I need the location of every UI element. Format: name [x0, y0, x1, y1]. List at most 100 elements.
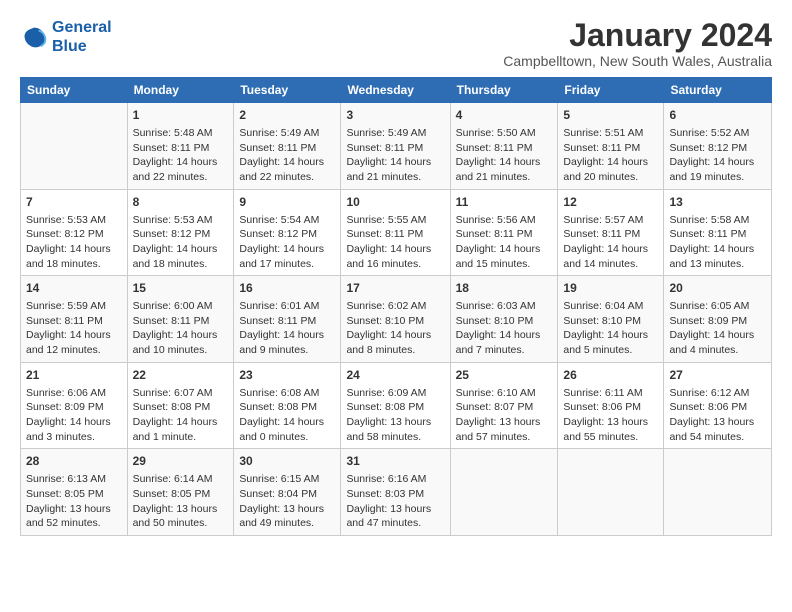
week-row-2: 14 Sunrise: 5:59 AM Sunset: 8:11 PM Dayli…: [21, 276, 772, 363]
day-number: 19: [563, 280, 658, 297]
day-cell: 31Sunrise: 6:16 AM Sunset: 8:03 PM Dayli…: [341, 449, 450, 536]
day-cell: 28Sunrise: 6:13 AM Sunset: 8:05 PM Dayli…: [21, 449, 128, 536]
day-cell: 20 Sunrise: 6:05 AM Sunset: 8:09 PM Dayli…: [664, 276, 772, 363]
day-cell: 22 Sunrise: 6:07 AM Sunset: 8:08 PM Dayli…: [127, 362, 234, 449]
page: General Blue January 2024 Campbelltown, …: [0, 0, 792, 546]
day-info: Sunrise: 5:49 AM Sunset: 8:11 PM Dayligh…: [346, 126, 444, 185]
day-number: 26: [563, 367, 658, 384]
day-cell: 3 Sunrise: 5:49 AM Sunset: 8:11 PM Daylig…: [341, 103, 450, 190]
day-info: Sunrise: 6:15 AM Sunset: 8:04 PM Dayligh…: [239, 472, 335, 531]
day-cell: 14 Sunrise: 5:59 AM Sunset: 8:11 PM Dayli…: [21, 276, 128, 363]
day-info: Sunrise: 6:16 AM Sunset: 8:03 PM Dayligh…: [346, 472, 444, 531]
day-cell: 15 Sunrise: 6:00 AM Sunset: 8:11 PM Dayli…: [127, 276, 234, 363]
day-info: Sunrise: 6:09 AM Sunset: 8:08 PM Dayligh…: [346, 386, 444, 445]
day-number: 16: [239, 280, 335, 297]
day-info: Sunrise: 5:53 AM Sunset: 8:12 PM Dayligh…: [26, 213, 122, 272]
day-cell: 9Sunrise: 5:54 AM Sunset: 8:12 PM Daylig…: [234, 189, 341, 276]
day-info: Sunrise: 5:48 AM Sunset: 8:11 PM Dayligh…: [133, 126, 229, 185]
day-info: Sunrise: 6:05 AM Sunset: 8:09 PM Dayligh…: [669, 299, 766, 358]
day-number: 14: [26, 280, 122, 297]
day-cell: 17Sunrise: 6:02 AM Sunset: 8:10 PM Dayli…: [341, 276, 450, 363]
day-cell: 30 Sunrise: 6:15 AM Sunset: 8:04 PM Dayli…: [234, 449, 341, 536]
day-info: Sunrise: 6:14 AM Sunset: 8:05 PM Dayligh…: [133, 472, 229, 531]
day-cell: [558, 449, 664, 536]
day-number: 10: [346, 194, 444, 211]
day-info: Sunrise: 6:11 AM Sunset: 8:06 PM Dayligh…: [563, 386, 658, 445]
day-cell: [450, 449, 558, 536]
day-info: Sunrise: 6:00 AM Sunset: 8:11 PM Dayligh…: [133, 299, 229, 358]
week-row-1: 7 Sunrise: 5:53 AM Sunset: 8:12 PM Daylig…: [21, 189, 772, 276]
day-info: Sunrise: 6:01 AM Sunset: 8:11 PM Dayligh…: [239, 299, 335, 358]
day-cell: 16 Sunrise: 6:01 AM Sunset: 8:11 PM Dayli…: [234, 276, 341, 363]
day-cell: 10 Sunrise: 5:55 AM Sunset: 8:11 PM Dayli…: [341, 189, 450, 276]
logo-text: General Blue: [52, 18, 112, 56]
day-info: Sunrise: 6:06 AM Sunset: 8:09 PM Dayligh…: [26, 386, 122, 445]
day-cell: 29 Sunrise: 6:14 AM Sunset: 8:05 PM Dayli…: [127, 449, 234, 536]
title-area: January 2024 Campbelltown, New South Wal…: [503, 18, 772, 69]
day-number: 23: [239, 367, 335, 384]
day-info: Sunrise: 6:02 AM Sunset: 8:10 PM Dayligh…: [346, 299, 444, 358]
day-number: 15: [133, 280, 229, 297]
day-cell: 5Sunrise: 5:51 AM Sunset: 8:11 PM Daylig…: [558, 103, 664, 190]
day-info: Sunrise: 5:57 AM Sunset: 8:11 PM Dayligh…: [563, 213, 658, 272]
calendar-table: Sunday Monday Tuesday Wednesday Thursday…: [20, 77, 772, 536]
day-number: 30: [239, 453, 335, 470]
day-cell: 18 Sunrise: 6:03 AM Sunset: 8:10 PM Dayli…: [450, 276, 558, 363]
day-info: Sunrise: 5:58 AM Sunset: 8:11 PM Dayligh…: [669, 213, 766, 272]
day-info: Sunrise: 6:12 AM Sunset: 8:06 PM Dayligh…: [669, 386, 766, 445]
day-number: 21: [26, 367, 122, 384]
day-cell: 11 Sunrise: 5:56 AM Sunset: 8:11 PM Dayli…: [450, 189, 558, 276]
header-wednesday: Wednesday: [341, 78, 450, 103]
day-cell: 7 Sunrise: 5:53 AM Sunset: 8:12 PM Daylig…: [21, 189, 128, 276]
day-cell: 27 Sunrise: 6:12 AM Sunset: 8:06 PM Dayli…: [664, 362, 772, 449]
day-cell: 12Sunrise: 5:57 AM Sunset: 8:11 PM Dayli…: [558, 189, 664, 276]
month-title: January 2024: [503, 18, 772, 53]
day-cell: 25Sunrise: 6:10 AM Sunset: 8:07 PM Dayli…: [450, 362, 558, 449]
header-friday: Friday: [558, 78, 664, 103]
day-info: Sunrise: 6:08 AM Sunset: 8:08 PM Dayligh…: [239, 386, 335, 445]
day-number: 25: [456, 367, 553, 384]
day-cell: 24 Sunrise: 6:09 AM Sunset: 8:08 PM Dayli…: [341, 362, 450, 449]
day-number: 24: [346, 367, 444, 384]
day-cell: [21, 103, 128, 190]
day-number: 1: [133, 107, 229, 124]
logo-icon: [20, 23, 48, 51]
day-number: 29: [133, 453, 229, 470]
day-number: 3: [346, 107, 444, 124]
day-info: Sunrise: 5:53 AM Sunset: 8:12 PM Dayligh…: [133, 213, 229, 272]
day-info: Sunrise: 5:52 AM Sunset: 8:12 PM Dayligh…: [669, 126, 766, 185]
day-info: Sunrise: 5:50 AM Sunset: 8:11 PM Dayligh…: [456, 126, 553, 185]
day-number: 6: [669, 107, 766, 124]
header-sunday: Sunday: [21, 78, 128, 103]
day-cell: 19 Sunrise: 6:04 AM Sunset: 8:10 PM Dayli…: [558, 276, 664, 363]
week-row-3: 21 Sunrise: 6:06 AM Sunset: 8:09 PM Dayli…: [21, 362, 772, 449]
day-number: 8: [133, 194, 229, 211]
day-number: 11: [456, 194, 553, 211]
day-info: Sunrise: 5:55 AM Sunset: 8:11 PM Dayligh…: [346, 213, 444, 272]
day-info: Sunrise: 6:04 AM Sunset: 8:10 PM Dayligh…: [563, 299, 658, 358]
day-number: 2: [239, 107, 335, 124]
day-number: 27: [669, 367, 766, 384]
header-tuesday: Tuesday: [234, 78, 341, 103]
day-number: 20: [669, 280, 766, 297]
week-row-0: 1 Sunrise: 5:48 AM Sunset: 8:11 PM Daylig…: [21, 103, 772, 190]
day-cell: [664, 449, 772, 536]
day-cell: 2Sunrise: 5:49 AM Sunset: 8:11 PM Daylig…: [234, 103, 341, 190]
day-number: 13: [669, 194, 766, 211]
day-info: Sunrise: 5:56 AM Sunset: 8:11 PM Dayligh…: [456, 213, 553, 272]
header-thursday: Thursday: [450, 78, 558, 103]
day-cell: 6 Sunrise: 5:52 AM Sunset: 8:12 PM Daylig…: [664, 103, 772, 190]
day-cell: 8 Sunrise: 5:53 AM Sunset: 8:12 PM Daylig…: [127, 189, 234, 276]
header-saturday: Saturday: [664, 78, 772, 103]
day-info: Sunrise: 6:07 AM Sunset: 8:08 PM Dayligh…: [133, 386, 229, 445]
day-info: Sunrise: 6:03 AM Sunset: 8:10 PM Dayligh…: [456, 299, 553, 358]
day-number: 22: [133, 367, 229, 384]
day-info: Sunrise: 6:13 AM Sunset: 8:05 PM Dayligh…: [26, 472, 122, 531]
subtitle: Campbelltown, New South Wales, Australia: [503, 53, 772, 69]
day-info: Sunrise: 5:59 AM Sunset: 8:11 PM Dayligh…: [26, 299, 122, 358]
day-number: 18: [456, 280, 553, 297]
day-number: 7: [26, 194, 122, 211]
day-number: 4: [456, 107, 553, 124]
day-cell: 13 Sunrise: 5:58 AM Sunset: 8:11 PM Dayli…: [664, 189, 772, 276]
header-monday: Monday: [127, 78, 234, 103]
